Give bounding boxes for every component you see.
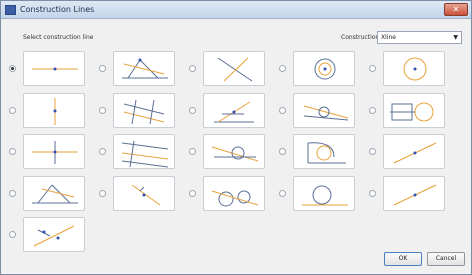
option-radio-3[interactable] <box>189 65 196 72</box>
option-tile-19[interactable] <box>293 176 355 211</box>
mode-select-value: Xline <box>381 34 396 41</box>
option-radio-2[interactable] <box>99 65 106 72</box>
diagonal-line-icon <box>393 142 437 164</box>
option-radio-12[interactable] <box>99 148 106 155</box>
option-radio-19[interactable] <box>279 190 286 197</box>
concentric-circles-icon <box>314 58 336 80</box>
option-tile-17[interactable] <box>113 176 175 211</box>
option-tile-20[interactable] <box>383 176 445 211</box>
cross-lines-icon <box>217 57 253 82</box>
option-radio-4[interactable] <box>279 65 286 72</box>
two-circle-tangent-icon <box>211 190 259 207</box>
option-tile-2[interactable] <box>113 51 175 86</box>
option-radio-15[interactable] <box>369 148 376 155</box>
perpendicular-icon <box>131 184 161 206</box>
option-radio-10[interactable] <box>369 107 376 114</box>
title-bar: Construction Lines ✕ <box>1 1 471 19</box>
option-radio-5[interactable] <box>369 65 376 72</box>
option-radio-21[interactable] <box>9 231 16 238</box>
option-radio-8[interactable] <box>189 107 196 114</box>
select-line-label: Select construction line <box>23 34 94 41</box>
chevron-down-icon: ▼ <box>453 34 458 41</box>
square-circle-icon <box>390 102 434 122</box>
app-icon <box>5 5 16 15</box>
option-tile-11[interactable] <box>23 134 85 169</box>
ok-button[interactable]: OK <box>384 252 422 266</box>
angle-bisector-icon <box>122 58 168 79</box>
close-button[interactable]: ✕ <box>444 3 468 16</box>
mode-select[interactable]: Xline ▼ <box>377 31 462 44</box>
option-tile-10[interactable] <box>383 93 445 128</box>
option-radio-20[interactable] <box>369 190 376 197</box>
circle-center-icon <box>403 57 427 81</box>
option-tile-7[interactable] <box>113 93 175 128</box>
option-tile-18[interactable] <box>203 176 265 211</box>
horizontal-line-icon <box>32 67 78 71</box>
option-tile-9[interactable] <box>293 93 355 128</box>
option-tile-4[interactable] <box>293 51 355 86</box>
option-tile-3[interactable] <box>203 51 265 86</box>
circle-tangent-line-icon <box>302 185 348 206</box>
option-tile-21[interactable] <box>23 217 85 252</box>
option-radio-18[interactable] <box>189 190 196 197</box>
option-tile-15[interactable] <box>383 134 445 169</box>
parallel-lines-icon <box>121 140 169 168</box>
triangle-bisector-icon <box>32 184 78 204</box>
vertical-line-icon <box>53 98 57 125</box>
window-title: Construction Lines <box>20 5 95 14</box>
option-radio-1[interactable] <box>9 65 16 72</box>
diagonal-line-2-icon <box>393 184 437 206</box>
option-radio-14[interactable] <box>279 148 286 155</box>
option-radio-16[interactable] <box>9 190 16 197</box>
option-radio-17[interactable] <box>99 190 106 197</box>
option-tile-6[interactable] <box>23 93 85 128</box>
option-tile-12[interactable] <box>113 134 175 169</box>
option-tile-14[interactable] <box>293 134 355 169</box>
option-tile-8[interactable] <box>203 93 265 128</box>
cancel-button[interactable]: Cancel <box>427 252 465 266</box>
angled-line-icon <box>214 101 254 123</box>
tangent-arc-icon <box>307 142 346 164</box>
option-radio-7[interactable] <box>99 107 106 114</box>
option-tile-1[interactable] <box>23 51 85 86</box>
line-to-circle-icon <box>303 105 349 121</box>
option-radio-11[interactable] <box>9 148 16 155</box>
construction-lines-dialog: Construction Lines ✕ Select construction… <box>0 0 472 275</box>
tangent-circle-icon <box>211 146 259 162</box>
option-tile-13[interactable] <box>203 134 265 169</box>
option-tile-16[interactable] <box>23 176 85 211</box>
cross-point-icon <box>32 141 78 164</box>
option-tile-5[interactable] <box>383 51 445 86</box>
line-angle-point-icon <box>33 225 75 247</box>
parallel-offset-icon <box>123 99 165 125</box>
option-radio-13[interactable] <box>189 148 196 155</box>
option-radio-6[interactable] <box>9 107 16 114</box>
option-radio-9[interactable] <box>279 107 286 114</box>
